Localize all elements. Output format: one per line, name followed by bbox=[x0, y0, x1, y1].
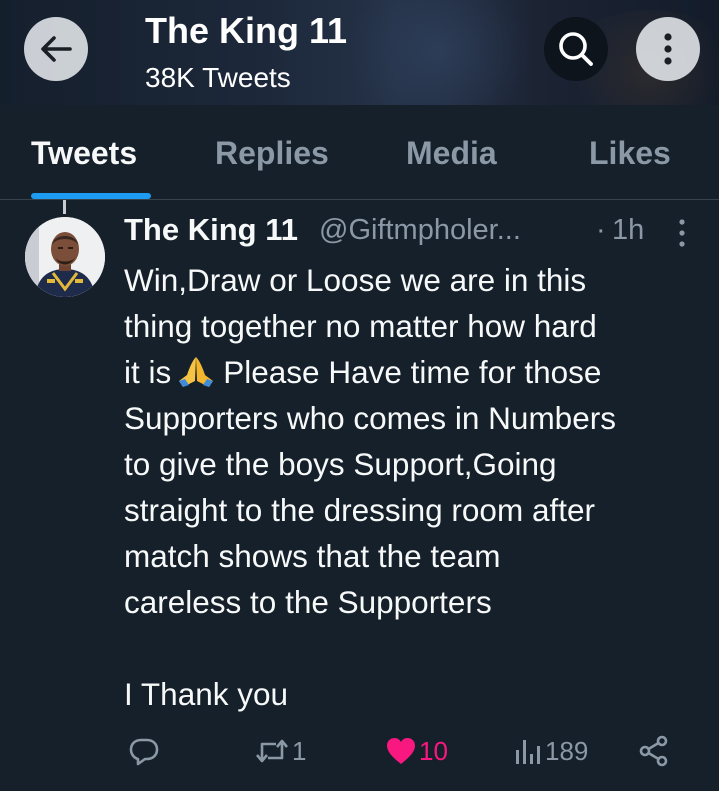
tweet-line: Win,Draw or Loose we are in this bbox=[124, 262, 587, 298]
views-icon bbox=[516, 740, 540, 764]
retweet-button[interactable]: 1 bbox=[254, 728, 306, 774]
profile-header: The King 11 38K Tweets bbox=[0, 0, 719, 105]
tweet-header: The King 11 @Giftmpholer... · 1h bbox=[124, 212, 704, 252]
avatar[interactable] bbox=[25, 217, 105, 297]
profile-tabs: Tweets Replies Media Likes bbox=[0, 105, 719, 200]
tab-media[interactable]: Media bbox=[406, 135, 497, 172]
share-icon bbox=[639, 735, 668, 767]
tab-likes[interactable]: Likes bbox=[589, 135, 671, 172]
tweet-line: to give the boys Support,Going bbox=[124, 446, 557, 482]
like-count: 10 bbox=[419, 735, 448, 766]
search-button[interactable] bbox=[544, 17, 608, 81]
more-options-button[interactable] bbox=[636, 17, 700, 81]
banner-scrim bbox=[0, 0, 719, 105]
tweet-line-start: it is bbox=[124, 354, 172, 390]
tweet-more-icon[interactable] bbox=[677, 218, 687, 248]
retweet-icon bbox=[256, 739, 288, 763]
search-icon bbox=[559, 32, 593, 66]
tab-replies[interactable]: Replies bbox=[215, 135, 329, 172]
active-tab-indicator bbox=[31, 193, 151, 199]
tweet-line: it is Please Have time for those bbox=[124, 349, 704, 395]
author-name[interactable]: The King 11 bbox=[124, 212, 298, 248]
tweet-line: match shows that the team bbox=[124, 538, 501, 574]
profile-name: The King 11 bbox=[145, 10, 348, 51]
view-count: 189 bbox=[545, 735, 589, 766]
heart-icon bbox=[387, 738, 415, 764]
separator-dot: · bbox=[596, 214, 606, 246]
tweet-line: Supporters who comes in Numbers bbox=[124, 400, 616, 436]
thread-connector bbox=[63, 200, 66, 214]
tweet-timestamp[interactable]: 1h bbox=[612, 214, 644, 247]
tweet-line: straight to the dressing room after bbox=[124, 492, 595, 528]
reply-button[interactable] bbox=[128, 728, 162, 774]
tweet-actions: 1 10 189 bbox=[0, 728, 719, 778]
reply-icon bbox=[129, 738, 159, 766]
share-button[interactable] bbox=[638, 728, 670, 774]
tweet-line-end: Please Have time for those bbox=[223, 354, 602, 390]
back-button[interactable] bbox=[24, 17, 88, 81]
views-button[interactable]: 189 bbox=[513, 728, 588, 774]
like-button[interactable]: 10 bbox=[385, 728, 448, 774]
tweet-count: 38K Tweets bbox=[145, 62, 291, 93]
folded-hands-emoji bbox=[179, 357, 214, 387]
tweet-line: I Thank you bbox=[124, 676, 289, 712]
tab-tweets[interactable]: Tweets bbox=[31, 135, 137, 172]
author-handle[interactable]: @Giftmpholer... bbox=[319, 214, 521, 247]
avatar-image bbox=[25, 217, 105, 297]
tweet-line: careless to the Supporters bbox=[124, 584, 492, 620]
back-arrow-icon bbox=[41, 36, 72, 62]
more-vertical-icon bbox=[664, 33, 672, 65]
tweet-text: Win,Draw or Loose we are in this thing t… bbox=[124, 257, 704, 717]
retweet-count: 1 bbox=[292, 735, 307, 766]
tweet-line: thing together no matter how hard bbox=[124, 308, 597, 344]
